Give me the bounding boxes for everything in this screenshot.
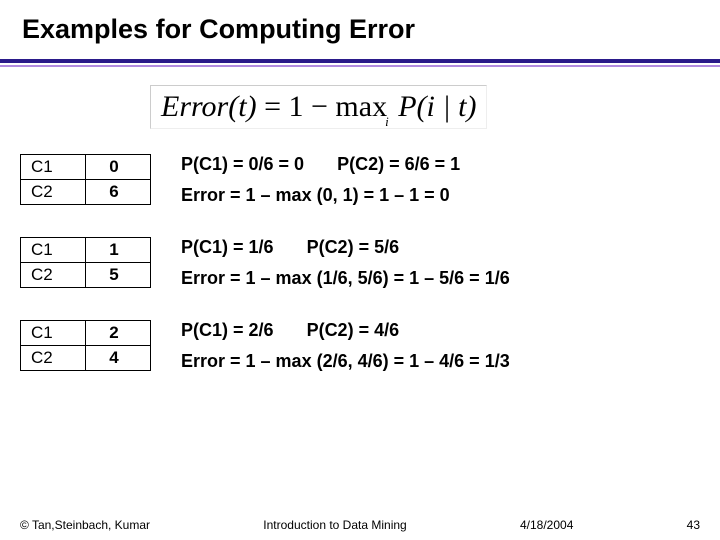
probability-line: P(C1) = 2/6 P(C2) = 4/6 xyxy=(181,315,510,346)
example-row: C1 1 C2 5 P(C1) = 1/6 P(C2) = 5/6 Error … xyxy=(20,232,700,293)
table-row: C2 4 xyxy=(21,346,151,371)
class-label: C1 xyxy=(21,155,86,180)
error-line: Error = 1 – max (2/6, 4/6) = 1 – 4/6 = 1… xyxy=(181,346,510,377)
probability-line: P(C1) = 1/6 P(C2) = 5/6 xyxy=(181,232,510,263)
table-row: C2 6 xyxy=(21,180,151,205)
p-c1: P(C1) = 0/6 = 0 xyxy=(181,154,304,174)
class-count: 6 xyxy=(86,180,151,205)
probability-line: P(C1) = 0/6 = 0 P(C2) = 6/6 = 1 xyxy=(181,149,460,180)
table-row: C1 1 xyxy=(21,238,151,263)
class-count: 4 xyxy=(86,346,151,371)
footer-copyright: © Tan,Steinbach, Kumar xyxy=(20,518,150,532)
class-count: 2 xyxy=(86,321,151,346)
p-c2: P(C2) = 4/6 xyxy=(307,320,400,340)
p-c1: P(C1) = 1/6 xyxy=(181,237,274,257)
error-line: Error = 1 – max (1/6, 5/6) = 1 – 5/6 = 1… xyxy=(181,263,510,294)
error-formula: Error(t) = 1 − maxi P(i | t) xyxy=(150,85,487,129)
class-label: C2 xyxy=(21,263,86,288)
class-count-table: C1 0 C2 6 xyxy=(20,154,151,205)
class-label: C2 xyxy=(21,346,86,371)
slide-footer: © Tan,Steinbach, Kumar Introduction to D… xyxy=(0,518,720,532)
footer-page-number: 43 xyxy=(687,518,700,532)
example-row: C1 0 C2 6 P(C1) = 0/6 = 0 P(C2) = 6/6 = … xyxy=(20,149,700,210)
class-label: C1 xyxy=(21,321,86,346)
class-count-table: C1 2 C2 4 xyxy=(20,320,151,371)
class-count: 1 xyxy=(86,238,151,263)
error-line: Error = 1 – max (0, 1) = 1 – 1 = 0 xyxy=(181,180,460,211)
example-row: C1 2 C2 4 P(C1) = 2/6 P(C2) = 4/6 Error … xyxy=(20,315,700,376)
formula-close-paren: ) xyxy=(247,90,265,123)
class-label: C2 xyxy=(21,180,86,205)
calc-block: P(C1) = 2/6 P(C2) = 4/6 Error = 1 – max … xyxy=(181,315,510,376)
table-row: C1 0 xyxy=(21,155,151,180)
formula-arg: t xyxy=(238,90,246,123)
class-count: 5 xyxy=(86,263,151,288)
formula-prob: P(i | t) xyxy=(398,90,476,123)
slide-title: Examples for Computing Error xyxy=(0,0,720,45)
class-count: 0 xyxy=(86,155,151,180)
slide: Examples for Computing Error Error(t) = … xyxy=(0,0,720,540)
table-row: C2 5 xyxy=(21,263,151,288)
title-rule-dark xyxy=(0,59,720,63)
formula-open-paren: ( xyxy=(228,90,238,123)
calc-block: P(C1) = 0/6 = 0 P(C2) = 6/6 = 1 Error = … xyxy=(181,149,460,210)
calc-block: P(C1) = 1/6 P(C2) = 5/6 Error = 1 – max … xyxy=(181,232,510,293)
slide-body: Error(t) = 1 − maxi P(i | t) C1 0 C2 6 P… xyxy=(0,67,720,377)
table-row: C1 2 xyxy=(21,321,151,346)
class-count-table: C1 1 C2 5 xyxy=(20,237,151,288)
formula-rhs-prefix: = 1 − max xyxy=(264,90,387,123)
p-c2: P(C2) = 6/6 = 1 xyxy=(337,154,460,174)
footer-title: Introduction to Data Mining xyxy=(263,518,406,532)
formula-lhs: Error xyxy=(161,90,228,123)
class-label: C1 xyxy=(21,238,86,263)
p-c2: P(C2) = 5/6 xyxy=(307,237,400,257)
p-c1: P(C1) = 2/6 xyxy=(181,320,274,340)
formula-subscript: i xyxy=(385,114,389,129)
footer-date: 4/18/2004 xyxy=(520,518,573,532)
